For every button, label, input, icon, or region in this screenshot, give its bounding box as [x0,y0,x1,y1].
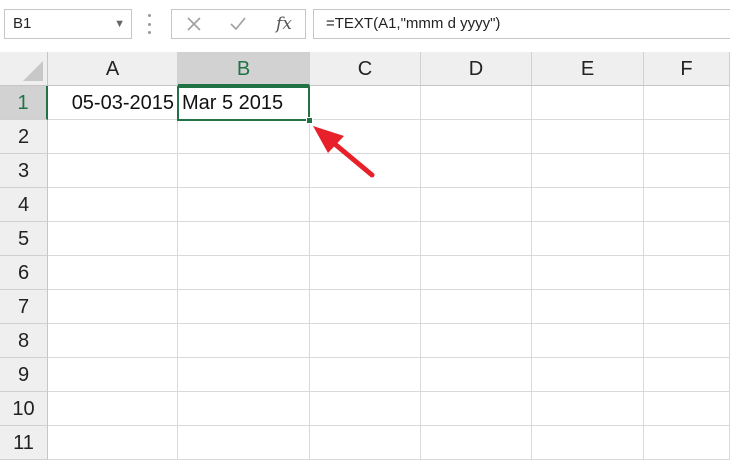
cell-b1[interactable]: Mar 5 2015 [178,86,310,120]
cell-a1[interactable]: 05-03-2015 [48,86,178,120]
arrow-icon [313,126,375,178]
